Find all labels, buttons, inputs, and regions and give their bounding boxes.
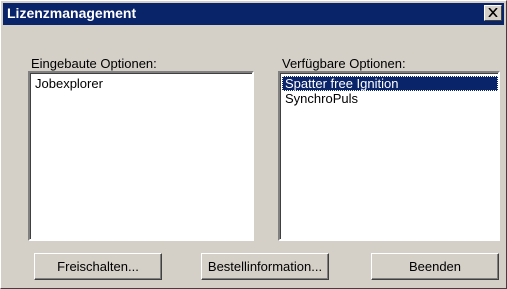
installed-options-list[interactable]: Jobexplorer — [28, 71, 254, 241]
installed-options-label: Eingebaute Optionen: — [31, 56, 157, 71]
list-item-selected[interactable]: Spatter free Ignition — [282, 76, 498, 91]
window-title: Lizenzmanagement — [7, 5, 137, 21]
license-dialog: Lizenzmanagement Eingebaute Optionen: Jo… — [0, 0, 507, 289]
order-info-button[interactable]: Bestellinformation... — [201, 253, 329, 280]
available-options-label: Verfügbare Optionen: — [282, 56, 406, 71]
close-icon — [488, 8, 498, 17]
available-options-list[interactable]: Spatter free Ignition SynchroPuls — [278, 71, 500, 241]
close-button[interactable] — [484, 5, 502, 21]
unlock-button[interactable]: Freischalten... — [34, 253, 162, 280]
title-bar: Lizenzmanagement — [3, 3, 504, 25]
list-item[interactable]: SynchroPuls — [282, 91, 498, 106]
quit-button[interactable]: Beenden — [371, 253, 499, 280]
list-item[interactable]: Jobexplorer — [32, 76, 252, 91]
